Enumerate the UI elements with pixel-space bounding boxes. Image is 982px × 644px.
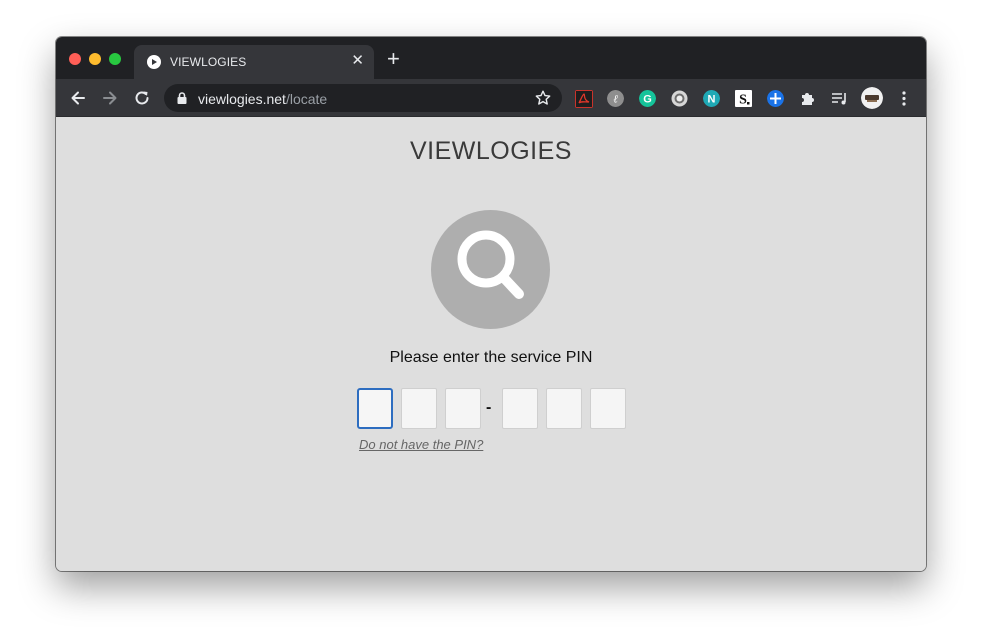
zoom-window-button[interactable] (109, 53, 121, 65)
search-badge (431, 210, 550, 329)
circle-extension-icon[interactable] (671, 90, 688, 107)
svg-text:ℓ: ℓ (613, 94, 618, 106)
search-icon (457, 230, 524, 299)
plus-extension-icon[interactable] (767, 90, 784, 107)
pin-digit-4[interactable] (502, 388, 538, 429)
url-host: viewlogies.net (198, 91, 286, 107)
address-bar[interactable]: viewlogies.net/locate (164, 84, 562, 112)
acrobat-extension-icon[interactable] (575, 90, 593, 108)
tab-viewlogies[interactable]: VIEWLOGIES ✕ (134, 45, 374, 79)
browser-window: VIEWLOGIES ✕ + viewlogies.net/locate ℓ G… (56, 37, 926, 571)
url-path: /locate (285, 91, 328, 107)
pin-digit-1[interactable] (357, 388, 393, 429)
reload-icon[interactable] (132, 88, 152, 108)
url-text: viewlogies.net/locate (198, 91, 327, 107)
page-content: VIEWLOGIES Please enter the service PIN … (56, 117, 926, 571)
close-window-button[interactable] (69, 53, 81, 65)
forward-arrow-icon[interactable] (100, 88, 120, 108)
more-menu-icon[interactable] (898, 90, 910, 107)
edge-extension-icon[interactable]: ℓ (607, 90, 624, 107)
svg-text:N: N (708, 94, 716, 106)
tab-strip: VIEWLOGIES ✕ + (56, 37, 926, 79)
brand-logo: VIEWLOGIES (410, 137, 572, 165)
svg-text:G: G (643, 94, 652, 106)
tab-title: VIEWLOGIES (170, 55, 247, 69)
pin-prompt: Please enter the service PIN (389, 349, 593, 366)
avatar[interactable] (861, 87, 883, 109)
pin-digit-5[interactable] (546, 388, 582, 429)
media-queue-icon[interactable] (831, 90, 848, 107)
new-tab-icon[interactable]: + (387, 48, 400, 70)
minimize-window-button[interactable] (89, 53, 101, 65)
puzzle-extensions-icon[interactable] (799, 90, 816, 107)
n-extension-icon[interactable]: N (703, 90, 720, 107)
favicon-icon (147, 55, 161, 69)
pin-digit-6[interactable] (590, 388, 626, 429)
bookmark-star-icon[interactable] (534, 89, 552, 107)
pin-separator: - (486, 399, 492, 416)
svg-text:S: S (739, 93, 747, 108)
s-extension-icon[interactable]: S (735, 90, 752, 107)
back-arrow-icon[interactable] (68, 88, 88, 108)
no-pin-link[interactable]: Do not have the PIN? (359, 437, 483, 452)
tab-close-icon[interactable]: ✕ (351, 52, 364, 70)
pin-digit-3[interactable] (445, 388, 481, 429)
grammarly-extension-icon[interactable]: G (639, 90, 656, 107)
browser-toolbar: viewlogies.net/locate ℓ G N S (56, 79, 926, 117)
lock-icon[interactable] (175, 91, 189, 105)
pin-digit-2[interactable] (401, 388, 437, 429)
